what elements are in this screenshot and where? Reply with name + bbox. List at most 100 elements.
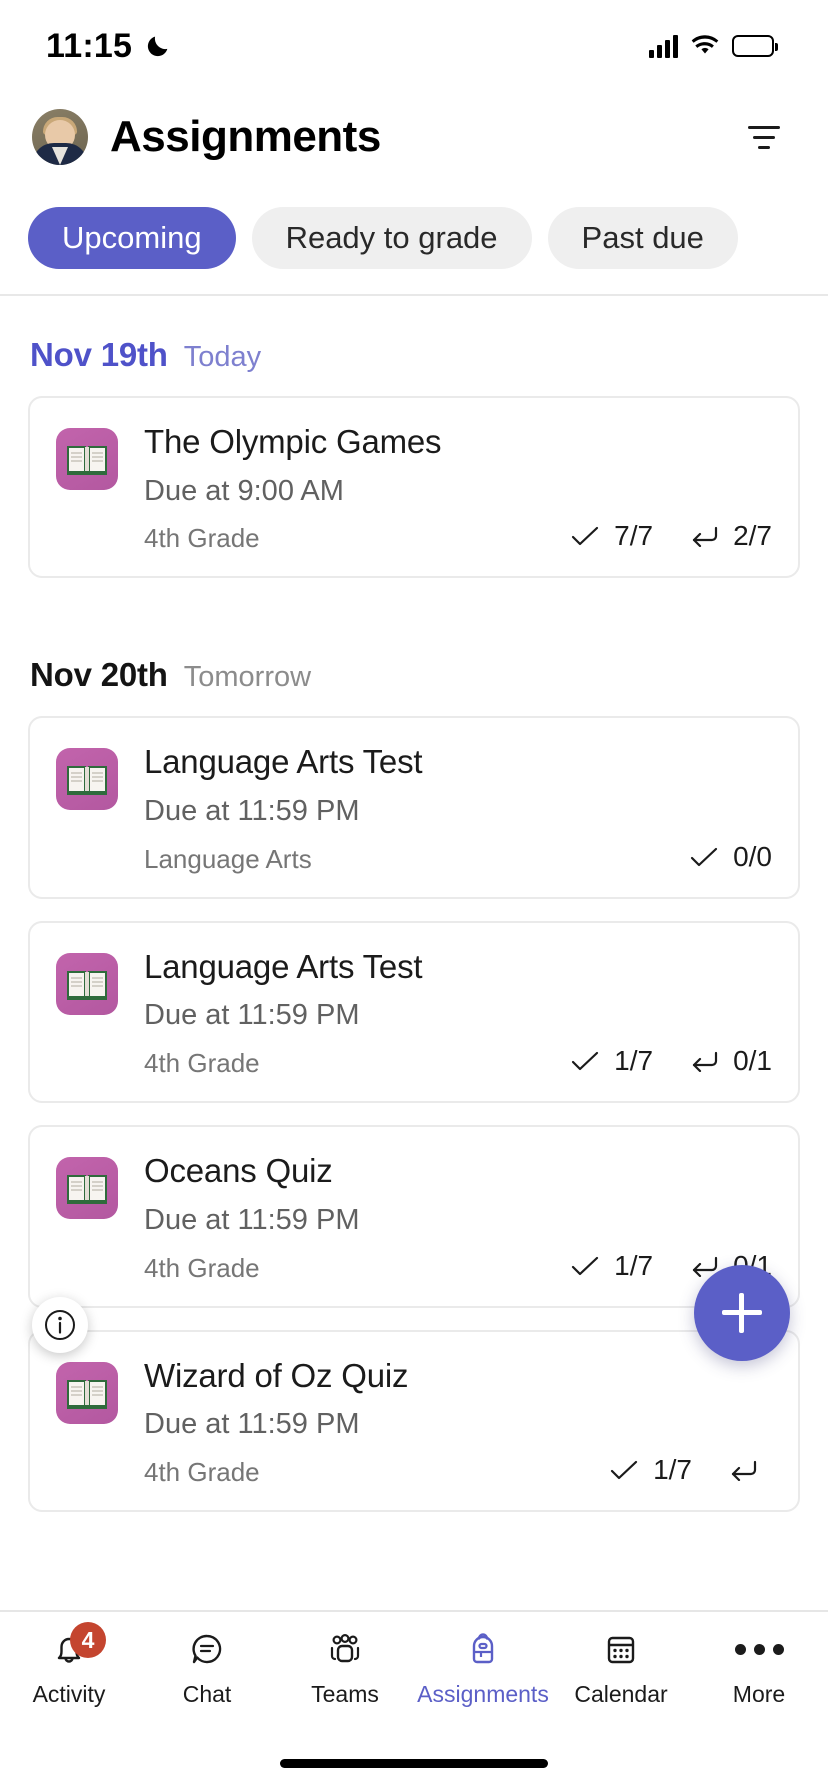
- filter-icon[interactable]: [740, 113, 788, 161]
- calendar-glyph: [607, 1636, 635, 1664]
- returned-arrow-icon: [692, 527, 718, 548]
- open-book-glyph: [67, 766, 107, 796]
- assignment-due: Due at 11:59 PM: [144, 999, 360, 1032]
- assignment-due: Due at 11:59 PM: [144, 1408, 360, 1441]
- activity-badge: 4: [70, 1622, 106, 1658]
- home-indicator-area: [0, 1734, 828, 1792]
- stat-turned-in: 1/7: [570, 1250, 653, 1282]
- assignment-card[interactable]: The Olympic Games Due at 9:00 AM 4th Gra…: [28, 396, 800, 579]
- assignment-card[interactable]: Oceans Quiz Due at 11:59 PM 4th Grade 1/…: [28, 1125, 800, 1308]
- stat-turned-in: 1/7: [570, 1045, 653, 1077]
- assignment-stats: 7/7 2/7: [570, 520, 772, 554]
- assignment-due: Due at 11:59 PM: [144, 1203, 360, 1236]
- battery-icon: [732, 35, 778, 57]
- open-book-icon: [56, 748, 118, 811]
- assignment-body: The Olympic Games Due at 9:00 AM 4th Gra…: [144, 422, 772, 554]
- nav-item-more[interactable]: More: [690, 1626, 828, 1708]
- info-glyph: [45, 1310, 75, 1340]
- bottom-navigation: 4 Activity Chat Teams Assignments Calend…: [0, 1610, 828, 1734]
- nav-item-calendar[interactable]: Calendar: [552, 1626, 690, 1708]
- assignment-footer: Language Arts 0/0: [144, 841, 772, 875]
- assignment-card[interactable]: Language Arts Test Due at 11:59 PM Langu…: [28, 716, 800, 899]
- backpack-icon: [462, 1626, 504, 1672]
- avatar[interactable]: [32, 109, 88, 165]
- add-assignment-button[interactable]: [694, 1265, 790, 1361]
- assignment-stats: 1/7: [609, 1454, 772, 1488]
- assignment-class: 4th Grade: [144, 1252, 260, 1283]
- stat-returned: 0/1: [689, 1045, 772, 1077]
- tab-past-due[interactable]: Past due: [547, 207, 738, 269]
- assignment-stats: 1/7 0/1: [570, 1045, 772, 1079]
- open-book-glyph: [67, 970, 107, 1000]
- stat-turned-in: 1/7: [609, 1454, 692, 1486]
- assignment-class: 4th Grade: [144, 523, 260, 554]
- date-label: Nov 19th: [30, 336, 168, 373]
- stat-value: 0/1: [733, 1045, 772, 1077]
- moon-icon: [147, 36, 168, 57]
- ellipsis-icon: [734, 1626, 784, 1672]
- assignment-body: Language Arts Test Due at 11:59 PM Langu…: [144, 742, 772, 874]
- date-relative-label: Today: [183, 341, 262, 373]
- open-book-icon: [56, 428, 118, 490]
- open-book-glyph: [67, 1379, 107, 1409]
- nav-label: Assignments: [417, 1681, 549, 1707]
- home-indicator[interactable]: [280, 1758, 548, 1768]
- wifi-icon: [691, 35, 719, 54]
- chat-glyph: [192, 1634, 222, 1664]
- people-glyph: [330, 1633, 360, 1663]
- filter-chip-row: Upcoming Ready to grade Past due: [0, 182, 828, 294]
- stat-turned-in: 0/0: [689, 841, 772, 873]
- open-book-icon: [56, 1361, 118, 1424]
- assignment-list[interactable]: Nov 19th Today The Olympic Games Due at …: [0, 296, 828, 1610]
- checkmark-icon: [572, 527, 599, 546]
- nav-item-activity[interactable]: 4 Activity: [0, 1622, 138, 1708]
- assignment-title: Wizard of Oz Quiz: [144, 1356, 409, 1394]
- assignment-body: Oceans Quiz Due at 11:59 PM 4th Grade 1/…: [144, 1151, 772, 1283]
- date-label: Nov 20th: [30, 656, 168, 694]
- assignment-title: Language Arts Test: [144, 743, 423, 781]
- nav-item-teams[interactable]: Teams: [276, 1626, 414, 1708]
- status-bar-left: 11:15: [46, 27, 172, 66]
- open-book-icon: [56, 1157, 118, 1220]
- assignment-title: Oceans Quiz: [144, 1152, 333, 1190]
- bell-icon: 4: [48, 1622, 106, 1672]
- info-circle-icon[interactable]: [32, 1297, 88, 1353]
- status-time: 11:15: [46, 26, 133, 65]
- assignment-class: 4th Grade: [144, 1456, 260, 1487]
- app-screen: 11:15 Assignments Upcoming Ready to grad…: [0, 0, 828, 1792]
- date-header-today: Nov 19th Today: [28, 296, 800, 396]
- tab-upcoming[interactable]: Upcoming: [28, 207, 236, 269]
- nav-label: More: [732, 1681, 786, 1707]
- checkmark-icon: [572, 1256, 599, 1275]
- stat-value: 1/7: [614, 1249, 654, 1281]
- assignment-title: Language Arts Test: [144, 947, 423, 985]
- returned-arrow-icon: [731, 1460, 757, 1481]
- assignment-footer: 4th Grade 7/7 2/7: [144, 520, 772, 554]
- nav-label: Teams: [311, 1681, 379, 1707]
- assignment-card[interactable]: Wizard of Oz Quiz Due at 11:59 PM 4th Gr…: [28, 1329, 800, 1512]
- assignment-footer: 4th Grade 1/7: [144, 1454, 772, 1488]
- tab-ready-to-grade[interactable]: Ready to grade: [251, 207, 532, 269]
- assignment-stats: 0/0: [689, 841, 772, 875]
- returned-arrow-icon: [692, 1052, 718, 1073]
- checkmark-icon: [610, 1460, 638, 1480]
- assignment-card[interactable]: Language Arts Test Due at 11:59 PM 4th G…: [28, 920, 800, 1104]
- stat-returned: [728, 1459, 772, 1481]
- nav-label: Calendar: [574, 1681, 668, 1707]
- cellular-signal-icon: [649, 34, 678, 58]
- stat-value: 2/7: [733, 520, 772, 552]
- stat-turned-in: 7/7: [570, 520, 653, 552]
- nav-item-assignments[interactable]: Assignments: [414, 1626, 552, 1708]
- ellipsis-dots: [734, 1643, 784, 1655]
- calendar-icon: [600, 1626, 642, 1672]
- nav-item-chat[interactable]: Chat: [138, 1626, 276, 1708]
- stat-value: 7/7: [614, 520, 654, 552]
- stat-value: 1/7: [614, 1045, 654, 1077]
- assignment-body: Language Arts Test Due at 11:59 PM 4th G…: [144, 947, 772, 1079]
- backpack-glyph: [472, 1633, 494, 1664]
- people-icon: [323, 1626, 367, 1672]
- open-book-glyph: [67, 446, 107, 475]
- date-header-tomorrow: Nov 20th Tomorrow: [28, 600, 800, 716]
- checkmark-icon: [690, 847, 718, 866]
- nav-label: Chat: [182, 1681, 232, 1707]
